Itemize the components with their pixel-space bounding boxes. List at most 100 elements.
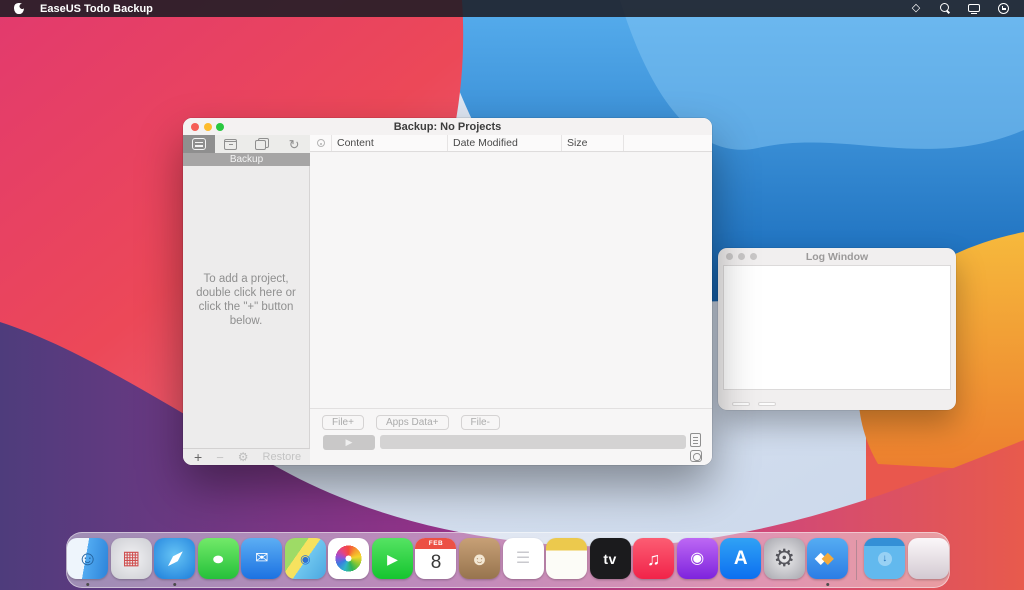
dock-item-podcasts[interactable]: ◉ xyxy=(676,532,718,588)
content-list-area[interactable] xyxy=(310,153,712,408)
dock-item-easeus-todo-backup[interactable]: ◆ xyxy=(807,532,849,588)
dock-item-safari[interactable]: ◆ xyxy=(154,532,196,588)
schedule-clock-icon[interactable] xyxy=(690,450,702,462)
dock-item-reminders[interactable]: ☰ xyxy=(502,532,544,588)
running-indicator-dot xyxy=(826,583,830,587)
dock-item-trash[interactable] xyxy=(908,532,950,588)
zoom-button[interactable] xyxy=(216,123,224,131)
main-window: Backup: No Projects ↻ Backup To add a pr… xyxy=(183,118,712,465)
dock-item-appstore[interactable]: A xyxy=(720,532,762,588)
dock-icon[interactable]: ◉ xyxy=(677,538,718,579)
app-glyph-icon: ☻ xyxy=(470,550,489,568)
play-icon: ▶ xyxy=(346,437,353,448)
close-button[interactable] xyxy=(191,123,199,131)
calendar-month-label: FEB xyxy=(415,538,456,549)
dock-icon[interactable]: ♫ xyxy=(633,538,674,579)
dock-item-contacts[interactable]: ☻ xyxy=(459,532,501,588)
add-project-button[interactable]: + xyxy=(194,450,202,464)
log-window-title: Log Window xyxy=(718,251,956,263)
status-column-header[interactable] xyxy=(310,135,332,151)
dock-item-maps[interactable]: ◉ xyxy=(285,532,327,588)
dock-icon[interactable]: ◉ xyxy=(285,538,326,579)
file-plus-button[interactable]: File+ xyxy=(322,415,364,430)
app-glyph-icon: ☺ xyxy=(78,549,98,569)
start-backup-button[interactable]: ▶ xyxy=(323,435,375,450)
app-glyph-icon: tv xyxy=(603,552,616,566)
app-glyph-icon: ◆ xyxy=(163,546,187,570)
dock-item-finder[interactable]: ☺ xyxy=(67,532,109,588)
app-glyph-icon: ☰ xyxy=(516,551,530,567)
dock-icon[interactable]: ↓ xyxy=(864,538,905,579)
content-table-header: Content Date Modified Size xyxy=(310,135,712,152)
spotlight-icon[interactable] xyxy=(938,2,952,16)
apple-menu-icon[interactable] xyxy=(14,3,24,14)
empty-projects-hint: To add a project, double click here or c… xyxy=(190,272,302,448)
tab-clone[interactable] xyxy=(247,135,279,153)
progress-bar xyxy=(380,435,686,449)
file-minus-button[interactable]: File- xyxy=(461,415,500,430)
tab-archive[interactable] xyxy=(215,135,247,153)
dock-item-notes[interactable] xyxy=(546,532,588,588)
desktop: EaseUS Todo Backup ◇ Backup: No Projects xyxy=(0,0,1024,590)
dock-item-mail[interactable]: ✉ xyxy=(241,532,283,588)
bottom-panel: File+ Apps Data+ File- ▶ xyxy=(310,408,712,465)
dock-icon[interactable] xyxy=(546,538,587,579)
log-window: Log Window xyxy=(718,248,956,410)
dock-item-facetime[interactable]: ▶ xyxy=(372,532,414,588)
dock-item-launchpad[interactable]: ▦ xyxy=(111,532,153,588)
date-modified-column-header[interactable]: Date Modified xyxy=(448,135,562,151)
app-glyph-icon: ⚙ xyxy=(773,547,795,571)
tab-backup[interactable] xyxy=(183,135,215,153)
easeus-diamond-icon[interactable]: ◇ xyxy=(909,2,923,16)
dock-icon[interactable]: ☰ xyxy=(503,538,544,579)
restore-button[interactable]: Restore xyxy=(263,451,302,463)
dock-icon[interactable] xyxy=(908,538,949,579)
menubar-app-name[interactable]: EaseUS Todo Backup xyxy=(40,3,153,15)
dock-icon[interactable]: ● xyxy=(198,538,239,579)
dock-icon[interactable]: ☻ xyxy=(459,538,500,579)
minimize-button[interactable] xyxy=(204,123,212,131)
running-indicator-dot xyxy=(173,583,177,587)
spacer-column-header xyxy=(624,135,712,151)
dock-icon[interactable]: ◆ xyxy=(807,538,848,579)
dock-item-messages[interactable]: ● xyxy=(198,532,240,588)
dock-icon[interactable]: ▶ xyxy=(372,538,413,579)
title-bar[interactable]: Backup: No Projects xyxy=(183,118,712,135)
app-glyph-icon: ◉ xyxy=(300,553,310,565)
dock-icon[interactable] xyxy=(328,538,369,579)
archive-box-icon xyxy=(224,139,237,150)
content-column-header[interactable]: Content xyxy=(332,135,448,151)
apps-data-plus-button[interactable]: Apps Data+ xyxy=(376,415,449,430)
dock-item-music[interactable]: ♫ xyxy=(633,532,675,588)
dock-icon[interactable]: tv xyxy=(590,538,631,579)
project-sidebar[interactable]: To add a project, double click here or c… xyxy=(183,166,310,448)
settings-gear-icon[interactable]: ⚙ xyxy=(238,451,249,463)
dock-separator xyxy=(856,540,857,580)
sidebar-footer: + − ⚙ Restore xyxy=(183,448,310,465)
dock-item-calendar[interactable]: FEB 8 xyxy=(415,532,457,588)
remove-project-button[interactable]: − xyxy=(216,451,224,464)
dock-icon[interactable]: ▦ xyxy=(111,538,152,579)
dock-icon[interactable]: FEB 8 xyxy=(415,538,456,579)
log-content-area[interactable] xyxy=(723,265,951,390)
menu-bar: EaseUS Todo Backup ◇ xyxy=(0,0,1024,17)
log-footer-button[interactable] xyxy=(758,402,776,406)
dock-icon[interactable]: ◆ xyxy=(154,538,195,579)
clock-icon[interactable] xyxy=(996,2,1010,16)
dock-item-tv[interactable]: tv xyxy=(589,532,631,588)
size-column-header[interactable]: Size xyxy=(562,135,624,151)
dock: ☺ ▦ ◆ xyxy=(66,532,950,588)
dock-item-downloads[interactable]: ↓ xyxy=(864,532,906,588)
display-icon[interactable] xyxy=(967,2,981,16)
log-footer-button[interactable] xyxy=(732,402,750,406)
dock-icon[interactable]: ✉ xyxy=(241,538,282,579)
sync-icon: ↻ xyxy=(289,138,300,151)
log-document-icon[interactable] xyxy=(690,433,701,447)
dock-icon[interactable]: ☺ xyxy=(67,538,108,579)
dock-item-system-preferences[interactable]: ⚙ xyxy=(763,532,805,588)
tab-sync[interactable]: ↻ xyxy=(278,135,310,153)
dock-item-photos[interactable] xyxy=(328,532,370,588)
dock-icon[interactable]: ⚙ xyxy=(764,538,805,579)
app-glyph-icon: ◉ xyxy=(690,551,704,567)
dock-icon[interactable]: A xyxy=(720,538,761,579)
